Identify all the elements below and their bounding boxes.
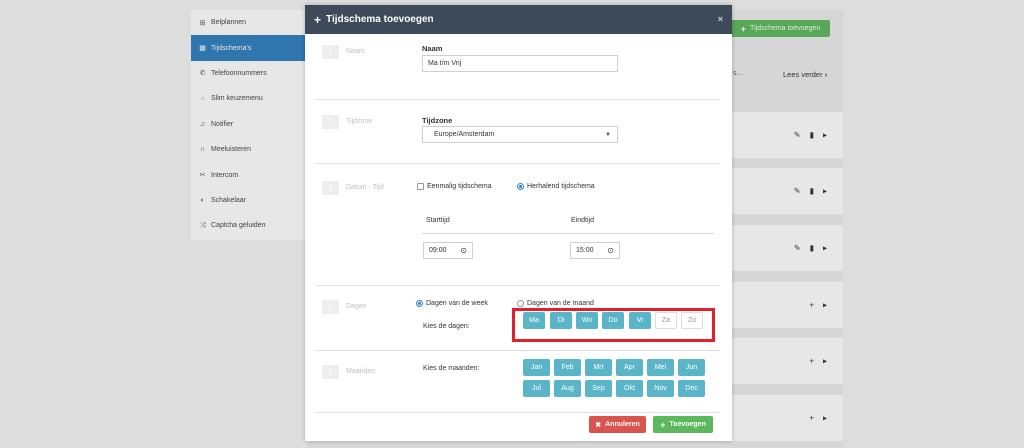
caret-down-icon: ▼ (605, 132, 611, 138)
month-days-option[interactable]: Dagen van de maand (517, 300, 594, 307)
plus-icon: + (314, 12, 322, 27)
close-icon[interactable]: × (718, 14, 723, 24)
month-button-aug[interactable]: Aug (554, 380, 581, 397)
timezone-select[interactable]: Europe/Amsterdam ▼ (422, 126, 618, 143)
highlight-box (512, 308, 715, 342)
step-number: 4 (322, 300, 339, 314)
month-button-jul[interactable]: Jul (523, 380, 550, 397)
modal-title: Tijdschema toevoegen (326, 14, 434, 25)
submit-button[interactable]: + Toevoegen (653, 416, 713, 433)
month-button-jan[interactable]: Jan (523, 359, 550, 376)
checkbox[interactable] (417, 183, 424, 190)
start-time-label: Starttijd (426, 217, 450, 224)
month-button-feb[interactable]: Feb (554, 359, 581, 376)
month-button-mei[interactable]: Mei (647, 359, 674, 376)
timezone-value: Europe/Amsterdam (434, 131, 495, 138)
start-time-value: 09:00 (429, 247, 447, 254)
start-time-input[interactable]: 09:00 ⊙ (423, 242, 473, 259)
name-input[interactable]: Ma t/m Vrij (422, 55, 618, 72)
week-days-label: Dagen van de week (426, 300, 488, 307)
cancel-icon: ✖ (595, 421, 602, 429)
step-label: Datum - Tijd (346, 184, 384, 191)
step-timezone: 2 Tijdzone Tijdzone Europe/Amsterdam ▼ (315, 100, 720, 164)
step-number: 3 (322, 181, 339, 195)
choose-days-label: Kies de dagen: (423, 323, 470, 330)
clock-icon: ⊙ (460, 246, 467, 255)
month-button-dec[interactable]: Dec (678, 380, 705, 397)
name-label: Naam (422, 44, 443, 53)
recurring-option[interactable]: Herhalend tijdschema (517, 183, 595, 190)
step-label: Tijdzone (346, 118, 373, 125)
radio-unselected[interactable] (517, 300, 524, 307)
step-name: 1 Naam Naam Ma t/m Vrij (315, 34, 720, 100)
cancel-button[interactable]: ✖ Annuleren (589, 416, 646, 433)
plus-icon: + (660, 419, 666, 430)
cancel-label: Annuleren (605, 421, 640, 428)
month-days-label: Dagen van de maand (527, 300, 594, 307)
timezone-label: Tijdzone (422, 116, 453, 125)
choose-months-label: Kies de maanden: (423, 365, 480, 372)
month-button-sep[interactable]: Sep (585, 380, 612, 397)
radio-selected[interactable] (517, 183, 524, 190)
once-label: Eenmalig tijdschema (427, 183, 492, 190)
end-time-input[interactable]: 15:00 ⊙ (570, 242, 620, 259)
submit-label: Toevoegen (669, 421, 706, 428)
once-option[interactable]: Eenmalig tijdschema (417, 183, 492, 190)
recurring-label: Herhalend tijdschema (527, 183, 595, 190)
end-time-value: 15:00 (576, 247, 594, 254)
step-date-time: 3 Datum - Tijd Eenmalig tijdschema Herha… (315, 164, 720, 286)
radio-selected[interactable] (416, 300, 423, 307)
step-label: Naam (346, 48, 365, 55)
month-button-okt[interactable]: Okt (616, 380, 643, 397)
end-time-label: Eindtijd (571, 217, 594, 224)
month-button-mrt[interactable]: Mrt (585, 359, 612, 376)
week-days-option[interactable]: Dagen van de week (416, 300, 488, 307)
modal-header: + Tijdschema toevoegen × (305, 5, 732, 34)
clock-icon: ⊙ (607, 246, 614, 255)
month-button-nov[interactable]: Nov (647, 380, 674, 397)
month-button-jun[interactable]: Jun (678, 359, 705, 376)
step-number: 5 (322, 365, 339, 379)
time-divider (422, 233, 714, 234)
month-button-apr[interactable]: Apr (616, 359, 643, 376)
step-label: Maanden (346, 368, 376, 375)
step-label: Dagen (346, 303, 367, 310)
step-number: 1 (322, 45, 339, 59)
step-number: 2 (322, 115, 339, 129)
